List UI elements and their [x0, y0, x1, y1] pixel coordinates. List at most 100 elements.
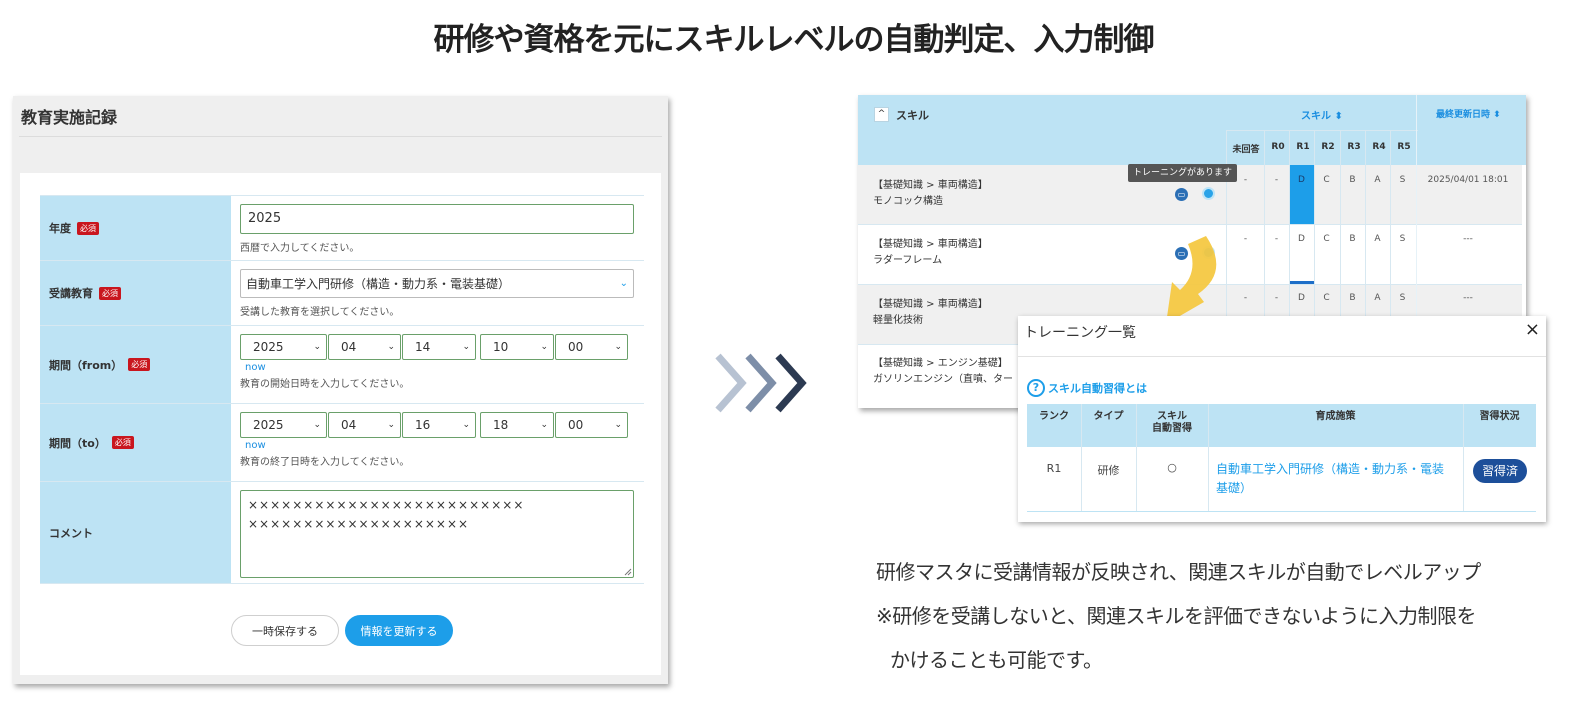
- required-badge: 必須: [128, 358, 151, 371]
- from-day-select[interactable]: 14 ⌄: [402, 334, 476, 360]
- updated-at: ---: [1463, 293, 1473, 303]
- level-value[interactable]: -: [1264, 234, 1289, 244]
- field-label: 期間（from） 必須: [40, 326, 231, 403]
- field-label: コメント: [40, 482, 231, 583]
- level-value[interactable]: S: [1390, 293, 1415, 303]
- auto-acquire-help-link[interactable]: スキル自動習得とは: [1048, 380, 1147, 396]
- skill-sort-header[interactable]: スキル ⬍: [1301, 107, 1343, 122]
- chevron-down-icon: ⌄: [462, 420, 470, 430]
- from-year-select[interactable]: 2025 ⌄: [240, 334, 327, 360]
- rank-cell: R1: [1046, 462, 1062, 475]
- level-header: R1: [1296, 142, 1310, 152]
- level-value[interactable]: C: [1314, 234, 1339, 244]
- help-text: 教育の終了日時を入力してください。: [240, 457, 410, 468]
- skill-name: 【基礎知識 > 車両構造】 ラダーフレーム: [873, 239, 988, 266]
- column-header: スキル 自動習得: [1152, 411, 1192, 434]
- required-badge: 必須: [99, 286, 121, 300]
- help-icon[interactable]: ?: [1027, 379, 1045, 397]
- chevron-down-icon: ⌄: [614, 420, 622, 430]
- update-button[interactable]: 情報を更新する: [345, 615, 453, 646]
- field-label: 年度 必須: [40, 196, 231, 260]
- help-text: 受講した教育を選択してください。: [240, 307, 400, 318]
- level-value[interactable]: D: [1289, 293, 1314, 303]
- from-hour-select[interactable]: 10 ⌄: [480, 334, 554, 360]
- to-year-select[interactable]: 2025 ⌄: [240, 412, 327, 438]
- level-value[interactable]: A: [1365, 234, 1390, 244]
- level-value[interactable]: A: [1365, 293, 1390, 303]
- from-month-select[interactable]: 04 ⌄: [328, 334, 401, 360]
- chevron-right-arrows-icon: [715, 353, 807, 413]
- chevron-down-icon: ⌄: [540, 420, 548, 430]
- level-header: R2: [1321, 142, 1335, 152]
- level-value[interactable]: S: [1390, 234, 1415, 244]
- field-label: 期間（to） 必須: [40, 404, 231, 481]
- level-value[interactable]: -: [1264, 175, 1289, 185]
- caption-line: かけることも可能です。: [890, 648, 1103, 672]
- level-value[interactable]: B: [1340, 234, 1365, 244]
- help-text: 西暦で入力してください。: [240, 243, 360, 254]
- form-row-from: 期間（from） 必須 2025 ⌄ 04 ⌄ 14 ⌄ 10 ⌄ 00 ⌄ now 教育…: [40, 325, 644, 403]
- now-link[interactable]: now: [245, 440, 644, 451]
- updated-sort-header[interactable]: 最終更新日時 ⬍: [1436, 107, 1501, 120]
- level-value[interactable]: -: [1264, 293, 1289, 303]
- field-label: 受講教育 必須: [40, 261, 231, 325]
- updated-at: 2025/04/01 18:01: [1427, 175, 1509, 185]
- form-row-comment: コメント ××××××××××××××××××××××××× ×××××××××…: [40, 481, 644, 584]
- divider: [1018, 356, 1546, 357]
- chevron-down-icon: ⌄: [313, 342, 321, 352]
- level-value[interactable]: D: [1289, 234, 1314, 244]
- temporary-save-button[interactable]: 一時保存する: [231, 615, 339, 646]
- level-header: R0: [1271, 142, 1285, 152]
- course-select[interactable]: 自動車工学入門研修（構造・動力系・電装基礎） ⌄: [240, 269, 634, 298]
- resize-handle-icon[interactable]: [624, 568, 632, 576]
- level-value[interactable]: B: [1340, 175, 1365, 185]
- skill-section-title: スキル: [896, 109, 929, 122]
- modal-title: トレーニング一覧: [1024, 325, 1136, 341]
- training-list-modal: トレーニング一覧 × ? スキル自動習得とは ランク タイプ スキル 自動習得 育…: [1018, 316, 1546, 522]
- level-header: 未回答: [1232, 145, 1260, 155]
- chevron-down-icon: ⌄: [619, 278, 628, 289]
- chevron-down-icon: ⌄: [313, 420, 321, 430]
- skill-name: 【基礎知識 > 車両構造】 モノコック構造: [873, 180, 988, 207]
- form-row-year: 年度 必須 2025 西暦で入力してください。: [40, 195, 644, 260]
- caption-line: ※研修を受講しないと、関連スキルを評価できないように入力制限を: [876, 604, 1477, 628]
- training-measure-link[interactable]: 自動車工学入門研修（構造・動力系・電装基礎）: [1216, 460, 1452, 498]
- level-value[interactable]: B: [1340, 293, 1365, 303]
- collapse-toggle[interactable]: ^: [874, 107, 889, 122]
- chevron-up-icon: ^: [877, 109, 886, 119]
- to-minute-select[interactable]: 00 ⌄: [555, 412, 628, 438]
- level-header: R5: [1397, 142, 1411, 152]
- training-icon[interactable]: ▭: [1175, 188, 1188, 201]
- skill-name: 【基礎知識 > エンジン基礎】 ガソリンエンジン（直噴、ター: [873, 358, 1013, 385]
- level-value[interactable]: D: [1289, 175, 1314, 185]
- close-icon[interactable]: ×: [1525, 319, 1540, 340]
- level-header: R3: [1347, 142, 1361, 152]
- column-header: 習得状況: [1479, 411, 1520, 422]
- chevron-down-icon: ⌄: [387, 342, 395, 352]
- level-value[interactable]: C: [1314, 293, 1339, 303]
- selected-level-cell[interactable]: [1290, 165, 1314, 224]
- required-badge: 必須: [111, 436, 134, 449]
- updated-at: ---: [1463, 234, 1473, 244]
- comment-textarea[interactable]: ××××××××××××××××××××××××× ××××××××××××××…: [240, 490, 634, 578]
- skill-name: 【基礎知識 > 車両構造】 軽量化技術: [873, 299, 988, 326]
- form-row-to: 期間（to） 必須 2025 ⌄ 04 ⌄ 16 ⌄ 18 ⌄ 00 ⌄ now 教育の終…: [40, 403, 644, 481]
- from-minute-select[interactable]: 00 ⌄: [555, 334, 628, 360]
- form-row-course: 受講教育 必須 自動車工学入門研修（構造・動力系・電装基礎） ⌄ 受講した教育を…: [40, 260, 644, 325]
- chevron-down-icon: ⌄: [614, 342, 622, 352]
- level-value[interactable]: A: [1365, 175, 1390, 185]
- auto-acquire-cell: ○: [1167, 461, 1177, 474]
- year-input[interactable]: 2025: [240, 204, 634, 234]
- panel-title: 教育実施記録: [21, 108, 118, 127]
- level-value[interactable]: S: [1390, 175, 1415, 185]
- divider: [19, 136, 662, 137]
- level-value[interactable]: C: [1314, 175, 1339, 185]
- chevron-down-icon: ⌄: [462, 342, 470, 352]
- now-link[interactable]: now: [245, 362, 644, 373]
- to-day-select[interactable]: 16 ⌄: [402, 412, 476, 438]
- to-month-select[interactable]: 04 ⌄: [328, 412, 401, 438]
- skill-table-header: [858, 95, 1526, 165]
- certification-icon[interactable]: [1202, 187, 1215, 200]
- to-hour-select[interactable]: 18 ⌄: [480, 412, 554, 438]
- page-title: 研修や資格を元にスキルレベルの自動判定、入力制御: [433, 22, 1155, 58]
